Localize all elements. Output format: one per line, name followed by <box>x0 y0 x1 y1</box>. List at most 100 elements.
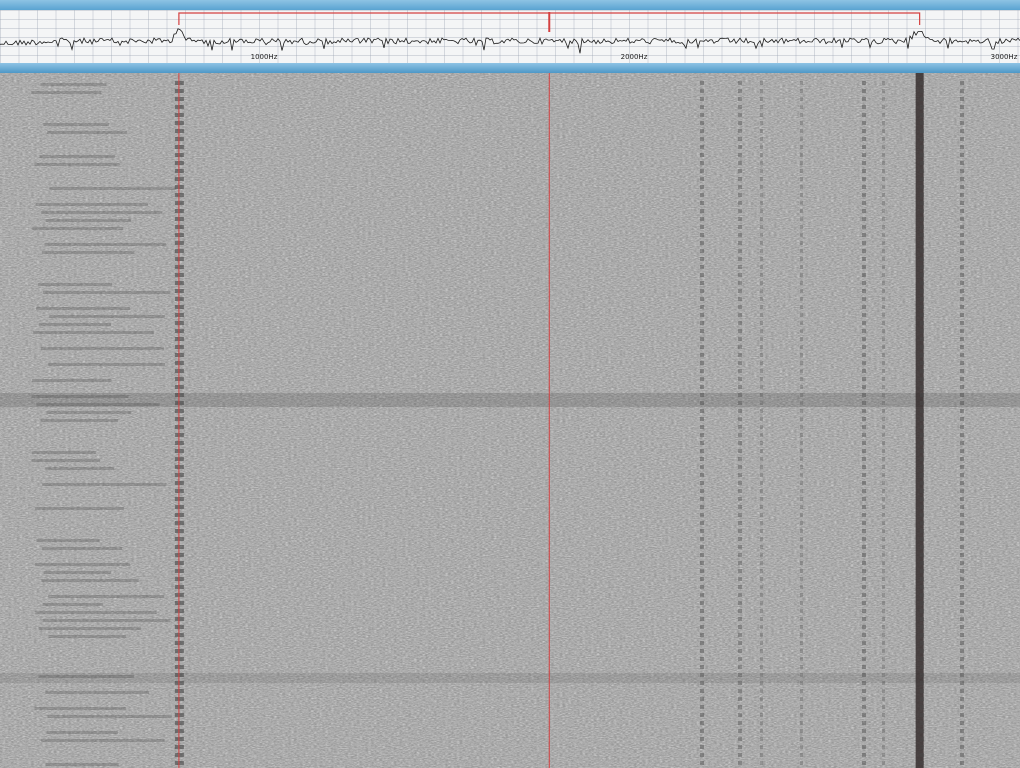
signal-trace-dash <box>862 305 866 309</box>
signal-trace-dash <box>760 361 763 365</box>
signal-trace-dash <box>882 681 885 685</box>
signal-trace-dash <box>800 177 803 181</box>
signal-trace-dash <box>862 161 866 165</box>
signal-trace-dash <box>882 569 885 573</box>
signal-trace-dash <box>960 129 964 133</box>
signal-trace-dash <box>800 345 803 349</box>
signal-trace-dash <box>800 297 803 301</box>
signal-trace-dash <box>700 193 704 197</box>
signal-trace-dash <box>882 745 885 749</box>
signal-trace-dash <box>800 425 803 429</box>
signal-trace-dash <box>800 577 803 581</box>
signal-trace-dash <box>760 457 763 461</box>
signal-trace-dash <box>700 145 704 149</box>
signal-trace-dash <box>760 153 763 157</box>
signal-trace-dash <box>738 145 742 149</box>
signal-trace-dash <box>760 713 763 717</box>
signal-trace-dash <box>920 353 924 357</box>
signal-trace-dash <box>800 137 803 141</box>
signal-trace-dash <box>700 409 704 413</box>
waterfall-display[interactable] <box>0 73 1020 768</box>
signal-trace-dash <box>700 697 704 701</box>
spectrum-trace <box>0 28 1020 54</box>
signal-trace-dash <box>738 105 742 109</box>
signal-trace-dash <box>700 721 704 725</box>
signal-trace-dash <box>920 521 924 525</box>
keying-streak <box>41 579 139 582</box>
signal-trace-dash <box>960 473 964 477</box>
signal-trace-dash <box>920 657 924 661</box>
signal-trace-dash <box>738 313 742 317</box>
signal-trace-dash <box>920 377 924 381</box>
signal-trace-dash <box>862 105 866 109</box>
signal-trace-dash <box>760 681 763 685</box>
signal-trace-dash <box>882 529 885 533</box>
signal-trace-dash <box>700 753 704 757</box>
signal-trace-dash <box>738 233 742 237</box>
signal-trace-dash <box>960 585 964 589</box>
signal-trace-dash <box>738 129 742 133</box>
waterfall-divider-bar[interactable] <box>0 63 1020 73</box>
signal-trace-dash <box>882 321 885 325</box>
signal-trace-dash <box>882 409 885 413</box>
spectrum-display[interactable]: 1000Hz 2000Hz 3000Hz <box>0 10 1020 63</box>
signal-trace-dash <box>760 321 763 325</box>
signal-trace-dash <box>760 409 763 413</box>
signal-trace-dash <box>960 553 964 557</box>
signal-trace-dash <box>800 729 803 733</box>
signal-trace-dash <box>882 401 885 405</box>
signal-trace-dash <box>760 545 763 549</box>
signal-trace-dash <box>700 329 704 333</box>
signal-trace-dash <box>800 129 803 133</box>
signal-trace-dash <box>760 617 763 621</box>
keying-streak <box>38 323 112 326</box>
signal-trace-dash <box>920 161 924 165</box>
signal-trace-dash <box>960 593 964 597</box>
signal-trace-dash <box>882 433 885 437</box>
signal-trace-dash <box>862 249 866 253</box>
signal-trace-dash <box>960 97 964 101</box>
signal-trace-dash <box>960 673 964 677</box>
signal-trace-dash <box>960 113 964 117</box>
signal-trace-dash <box>862 657 866 661</box>
signal-trace-dash <box>862 329 866 333</box>
signal-trace-dash <box>738 161 742 165</box>
signal-trace-dash <box>882 129 885 133</box>
top-header-bar <box>0 0 1020 10</box>
signal-trace-dash <box>700 641 704 645</box>
signal-trace-dash <box>920 193 924 197</box>
signal-trace-dash <box>760 353 763 357</box>
signal-trace-dash <box>862 553 866 557</box>
signal-trace-dash <box>700 209 704 213</box>
signal-trace-dash <box>738 289 742 293</box>
signal-trace-dash <box>738 361 742 365</box>
signal-trace-dash <box>882 153 885 157</box>
signal-trace-dash <box>700 617 704 621</box>
signal-trace-dash <box>738 681 742 685</box>
signal-trace-dash <box>920 425 924 429</box>
keying-streak <box>34 707 127 710</box>
signal-trace-dash <box>920 705 924 709</box>
signal-trace-dash <box>862 625 866 629</box>
signal-trace-dash <box>738 537 742 541</box>
signal-trace-dash <box>882 337 885 341</box>
signal-trace-dash <box>920 289 924 293</box>
signal-trace-dash <box>862 97 866 101</box>
signal-trace-dash <box>800 561 803 565</box>
signal-trace-dash <box>760 585 763 589</box>
signal-trace-dash <box>738 257 742 261</box>
signal-trace-dash <box>738 633 742 637</box>
signal-trace-dash <box>862 673 866 677</box>
signal-trace-dash <box>920 401 924 405</box>
signal-trace-dash <box>920 225 924 229</box>
signal-trace-dash <box>960 737 964 741</box>
signal-trace-dash <box>882 553 885 557</box>
signal-trace-dash <box>700 289 704 293</box>
signal-trace-dash <box>960 537 964 541</box>
signal-trace-dash <box>700 761 704 765</box>
signal-trace-dash <box>700 377 704 381</box>
keying-streak <box>42 291 171 294</box>
signal-trace-dash <box>960 145 964 149</box>
signal-trace-dash <box>700 513 704 517</box>
signal-trace-dash <box>960 409 964 413</box>
